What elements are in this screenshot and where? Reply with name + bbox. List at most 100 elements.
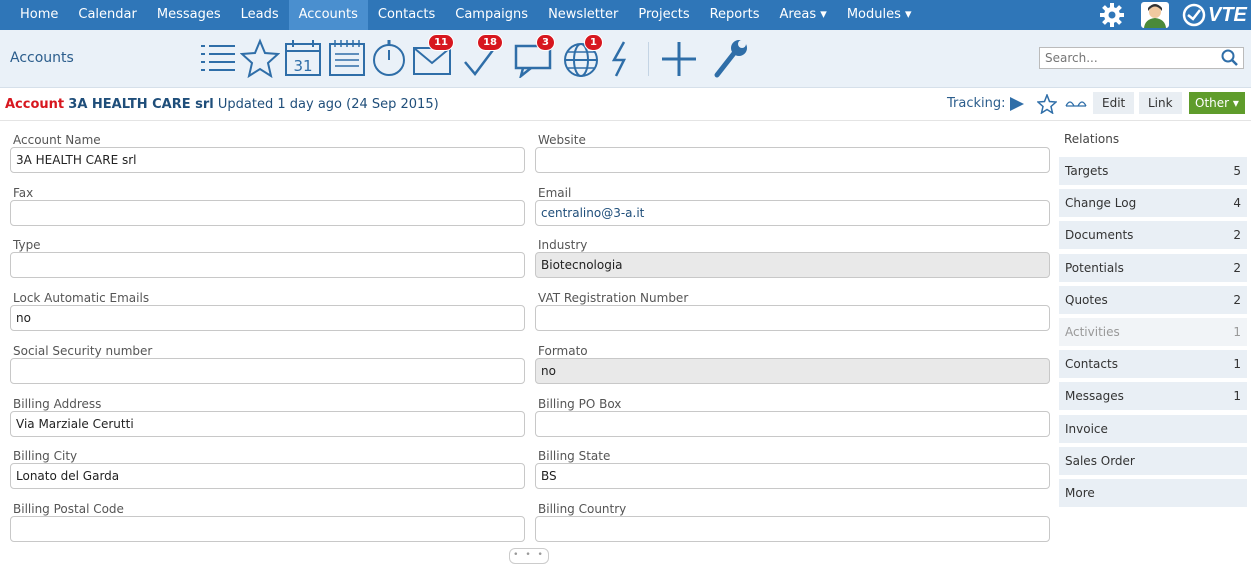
field-label: VAT Registration Number [538,291,689,306]
relation-label: Documents [1065,228,1134,243]
nav-reports[interactable]: Reports [700,0,770,30]
relation-item[interactable]: Messages 1 [1059,382,1247,411]
field-label: Billing State [538,449,611,464]
field-label: Fax [13,185,34,200]
add-plus-icon[interactable] [659,38,699,78]
field-value[interactable] [535,305,1050,332]
relation-count: 1 [1233,324,1241,339]
tracking-label: Tracking: [947,96,1006,111]
field-value[interactable] [10,252,525,279]
field-value[interactable] [535,410,1050,437]
mail-icon[interactable]: 11 [412,34,454,78]
favorites-star-icon[interactable] [239,38,281,79]
field-value[interactable]: centralino@3-a.it [535,199,1050,226]
field-value[interactable]: Via Marziale Cerutti [10,410,525,437]
relation-label: Targets [1065,164,1109,178]
record-header: Account 3A HEALTH CARE srl Updated 1 day… [0,88,1251,121]
relation-label: Change Log [1065,196,1137,211]
relation-item[interactable]: Potentials 2 [1059,253,1247,282]
field-value[interactable]: Lonato del Garda [10,463,525,490]
relation-count: 1 [1233,357,1241,372]
tasks-check-icon[interactable]: 18 [461,34,503,78]
user-avatar[interactable] [1139,2,1171,28]
expand-more-handle[interactable]: • • • [509,548,549,564]
relation-label: Quotes [1065,292,1108,307]
field-label: Billing Address [13,396,102,411]
tasks-count-badge: 18 [477,34,503,51]
nav-home[interactable]: Home [10,0,68,30]
field-value[interactable] [10,515,525,542]
relation-count: 2 [1233,260,1241,275]
field-value[interactable] [10,357,525,384]
relation-count: 5 [1233,164,1241,178]
relations-panel: Relations Targets 5 Change Log 4 Documents 2 P… [1059,125,1247,511]
field-value[interactable] [535,515,1050,542]
field-label: Billing Postal Code [13,501,124,516]
follow-star-icon[interactable] [1036,92,1058,117]
notes-calendar-icon[interactable] [327,38,367,78]
relation-item[interactable]: Targets 5 [1059,157,1247,185]
timer-icon[interactable] [369,38,409,78]
calendar-icon[interactable]: 31 [283,38,323,78]
field-label: Website [538,133,586,147]
nav-projects[interactable]: Projects [628,0,699,30]
field-value[interactable] [10,199,525,226]
globe-icon[interactable]: 1 [561,34,603,78]
relation-item[interactable]: Contacts 1 [1059,350,1247,379]
glasses-view-icon[interactable] [1065,96,1087,113]
field-label: Lock Automatic Emails [13,291,150,306]
lightning-icon[interactable] [604,38,634,78]
relation-count: 4 [1233,196,1241,211]
main-menu: Home Calendar Messages Leads Accounts Co… [10,0,922,30]
relation-item[interactable]: Documents 2 [1059,221,1247,250]
record-title: Account 3A HEALTH CARE srl Updated 1 day… [5,97,439,112]
edit-button[interactable]: Edit [1093,92,1135,114]
relation-item[interactable]: Sales Order [1059,446,1247,475]
tracking-play-icon[interactable] [1009,96,1025,115]
field-value[interactable]: no [10,305,525,332]
web-count-badge: 1 [584,34,603,51]
field-value[interactable]: 3A HEALTH CARE srl [10,147,525,173]
record-name: 3A HEALTH CARE srl [68,97,214,112]
nav-messages[interactable]: Messages [147,0,231,30]
relations-title: Relations [1064,132,1120,146]
relation-count: 1 [1233,389,1241,404]
relation-item[interactable]: Change Log 4 [1059,189,1247,218]
field-value: Biotecnologia [535,252,1050,279]
nav-calendar[interactable]: Calendar [68,0,146,30]
field-value[interactable] [535,147,1050,173]
relation-item[interactable]: Quotes 2 [1059,285,1247,314]
other-actions-button[interactable]: Other ▾ [1189,92,1245,114]
chat-icon[interactable]: 3 [513,34,555,80]
nav-modules-dropdown[interactable]: Modules ▾ [837,0,922,30]
settings-gear-icon[interactable] [1099,2,1125,28]
field-label: Industry [538,238,588,253]
calendar-day-number: 31 [293,57,312,75]
nav-leads[interactable]: Leads [231,0,289,30]
relation-label: Activities [1065,324,1120,339]
search-input[interactable] [1040,48,1220,68]
nav-campaigns[interactable]: Campaigns [445,0,538,30]
relation-item[interactable]: More [1059,478,1247,507]
vte-brand-text: VTE [1208,3,1247,26]
nav-areas-dropdown[interactable]: Areas ▾ [769,0,836,30]
field-label: Account Name [13,133,101,147]
search-icon[interactable] [1221,49,1239,70]
nav-newsletter[interactable]: Newsletter [538,0,628,30]
mail-count-badge: 11 [428,34,454,51]
link-button[interactable]: Link [1139,92,1182,114]
field-value[interactable]: BS [535,463,1050,490]
list-view-icon[interactable] [198,38,238,78]
chat-count-badge: 3 [536,34,555,51]
nav-accounts[interactable]: Accounts [288,0,368,30]
field-value: no [535,357,1050,384]
vte-logo[interactable]: VTE [1182,2,1247,28]
relation-label: More [1065,485,1095,500]
nav-contacts[interactable]: Contacts [368,0,445,30]
relation-label: Messages [1065,389,1124,404]
relation-item[interactable]: Activities 1 [1059,317,1247,346]
record-type-label: Account [5,97,65,112]
wrench-settings-icon[interactable] [711,38,751,78]
relation-label: Sales Order [1065,453,1135,468]
relation-item[interactable]: Invoice [1059,414,1247,443]
